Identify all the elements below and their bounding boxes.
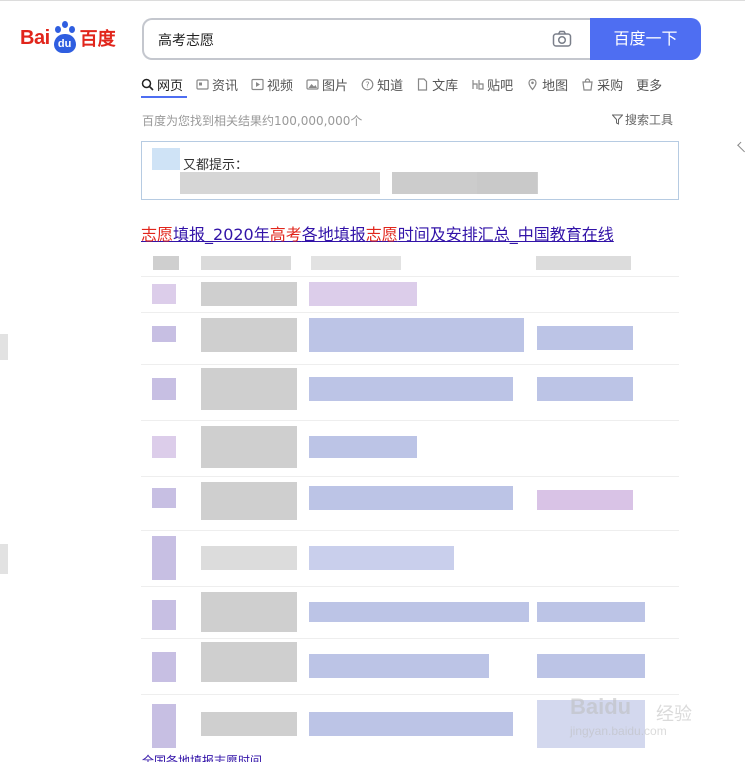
title-part: 高考 [269, 225, 302, 244]
table-divider [141, 364, 679, 365]
search-input[interactable] [158, 30, 538, 50]
hint-blurred-text [180, 172, 380, 194]
baidu-logo[interactable]: Bai du 百度 [20, 20, 116, 56]
tab-more[interactable]: 更多 [636, 72, 662, 96]
baidu-jingyan-watermark: Baidu 经验 jingyan.baidu.com [564, 684, 704, 744]
search-icon [141, 78, 154, 91]
watermark-cn: 经验 [656, 704, 692, 725]
hint-box: 又都提示： [141, 141, 679, 200]
table-divider [141, 276, 679, 277]
document-icon [417, 77, 428, 91]
hint-label: 又都提示： [183, 158, 249, 173]
search-button[interactable]: 百度一下 [590, 18, 701, 60]
title-part: 填报_2020年 [173, 225, 270, 244]
hint-blurred-text [477, 172, 537, 194]
hint-icon [152, 148, 180, 170]
table-divider [141, 312, 679, 313]
title-part: 志愿 [141, 225, 174, 244]
footer-link[interactable]: 全国各地填报志愿时间 [142, 752, 262, 762]
left-edge-marker [0, 544, 8, 574]
tab-label: 更多 [636, 78, 663, 94]
left-edge-marker [0, 334, 8, 360]
tab-map[interactable]: 地图 [526, 72, 568, 96]
news-icon [196, 78, 209, 90]
tab-label: 文库 [432, 78, 459, 94]
tab-label: 知道 [377, 78, 404, 94]
table-divider [141, 586, 679, 587]
search-box [142, 18, 590, 60]
tab-news[interactable]: 资讯 [196, 72, 238, 96]
table-header-blurred [141, 252, 679, 276]
tieba-icon [472, 79, 484, 90]
tab-video[interactable]: 视频 [251, 72, 293, 96]
tab-label: 图片 [322, 78, 349, 94]
chevron-left-icon[interactable] [737, 141, 745, 153]
title-part: 各地填报 [301, 225, 366, 244]
question-icon: ? [361, 78, 374, 90]
table-divider [141, 420, 679, 421]
logo-text-bai: Bai [20, 26, 50, 49]
tab-web[interactable]: 网页 [141, 72, 183, 96]
watermark-url: jingyan.baidu.com [570, 724, 667, 738]
shop-icon [582, 77, 593, 91]
active-tab-indicator [141, 96, 187, 98]
svg-text:?: ? [365, 80, 369, 89]
tab-label: 贴吧 [487, 78, 514, 94]
tab-zhidao[interactable]: ? 知道 [361, 72, 403, 96]
result-title-link[interactable]: 志愿填报_2020年高考各地填报志愿时间及安排汇总_中国教育在线 [141, 221, 614, 245]
title-part: 志愿 [365, 225, 398, 244]
tab-label: 网页 [157, 78, 184, 94]
title-part: 时间及安排汇总_中国教育在线 [397, 225, 614, 244]
tab-label: 资讯 [212, 78, 239, 94]
table-divider [141, 530, 679, 531]
tab-label: 视频 [267, 78, 294, 94]
logo-text-du: du [53, 34, 76, 53]
search-tabs: 网页 资讯 视频 图片 ? 知道 文库 贴吧 地图 采购 更多 [141, 72, 675, 96]
table-divider [141, 638, 679, 639]
result-count: 百度为您找到相关结果约100,000,000个 [142, 114, 363, 128]
video-icon [251, 78, 264, 90]
tab-label: 采购 [597, 78, 624, 94]
search-tools-button[interactable]: 搜索工具 [612, 111, 673, 128]
image-icon [306, 78, 319, 90]
search-tools-label: 搜索工具 [625, 113, 674, 127]
paw-icon: du [51, 21, 79, 55]
camera-icon[interactable] [552, 30, 572, 48]
table-divider [141, 476, 679, 477]
watermark-brand: Baidu [570, 694, 632, 719]
funnel-icon [612, 114, 623, 125]
tab-wenku[interactable]: 文库 [416, 72, 458, 96]
logo-text-cn: 百度 [79, 29, 116, 50]
tab-tieba[interactable]: 贴吧 [471, 72, 513, 96]
tab-images[interactable]: 图片 [306, 72, 348, 96]
tab-label: 地图 [542, 78, 569, 94]
map-icon [528, 78, 537, 90]
top-border [0, 0, 745, 5]
tab-shop[interactable]: 采购 [581, 72, 623, 96]
